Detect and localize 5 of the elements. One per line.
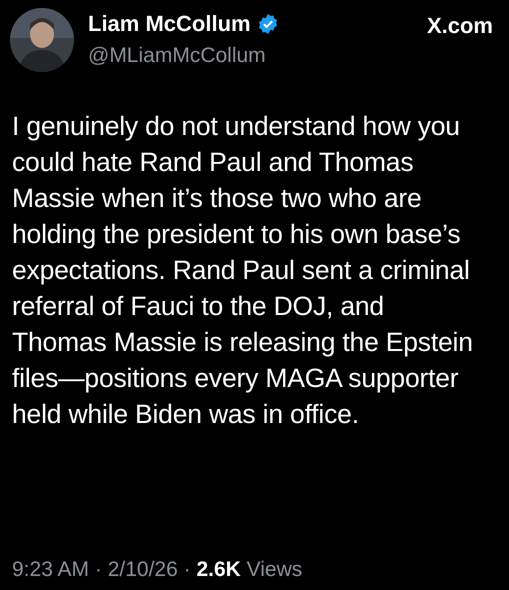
source-label: X.com [426, 12, 494, 39]
post-text: I genuinely do not understand how you could hate Rand Paul and Thomas Massie when it’s those two who are holding the president to his own base’s expectations. Rand Paul sent a criminal referral of Fauci to the DOJ, and Thomas Massie is releasing the Epstein files—positions every MAGA supporter held while Biden was in office. [12, 110, 474, 431]
author-name[interactable]: Liam McCollum [88, 11, 251, 37]
post-meta: 9:23 AM · 2/10/26 · 2.6K Views [12, 558, 304, 582]
author-handle[interactable]: @MLiamMcCollum [88, 44, 413, 68]
